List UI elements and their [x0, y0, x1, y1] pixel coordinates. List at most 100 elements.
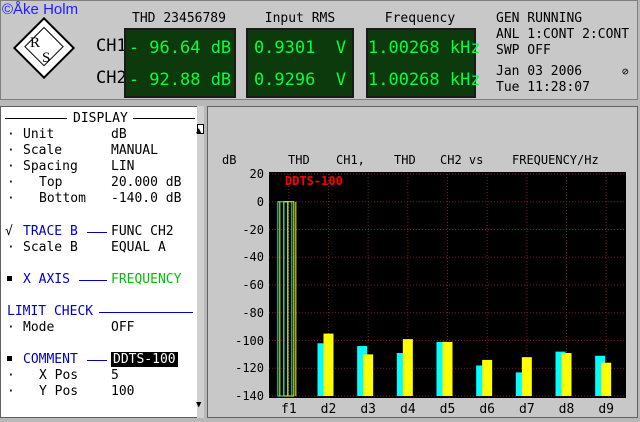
x-tick-label: f1	[281, 402, 297, 417]
x-tick-label: d4	[400, 402, 416, 417]
scale-b-value[interactable]: EQUAL A	[111, 240, 166, 255]
thd-readout: - 96.64 dB - 92.88 dB	[124, 28, 236, 98]
trace-b-label[interactable]: TRACE B	[23, 224, 78, 239]
x-tick-label: d7	[519, 402, 535, 417]
y-tick-label: -60	[242, 278, 264, 292]
y-tick-label: -120	[235, 361, 264, 376]
bottom-label: Bottom	[39, 191, 86, 206]
bar-series-2-d8	[561, 352, 572, 396]
date-text: Jan 03 2006	[496, 64, 583, 79]
section-marker-icon	[7, 356, 12, 361]
ch2-freq-value: 1.00268 kHz	[368, 70, 481, 90]
limit-check-label[interactable]: LIMIT CHECK	[7, 304, 93, 319]
logo-letter-s: S	[42, 50, 51, 66]
logo-letter-r: R	[30, 35, 41, 51]
comment-value[interactable]: DDTS-100	[111, 352, 178, 367]
bullet: ·	[7, 384, 15, 399]
scale-value[interactable]: MANUAL	[111, 143, 158, 158]
ch1-label: CH1	[96, 36, 127, 56]
time-text: Tue 11:28:07	[496, 80, 590, 95]
trace-b-connector	[87, 232, 107, 233]
x-axis-connector	[79, 280, 107, 281]
comment-connector	[87, 360, 107, 361]
bar-series-2-d4	[402, 339, 413, 396]
header-ch1: CH1,	[336, 153, 365, 167]
mode-value[interactable]: OFF	[111, 320, 134, 335]
x-tick-label: d6	[479, 402, 495, 417]
scroll-down-icon[interactable]: ▼	[196, 400, 201, 410]
copyright-text: ©Åke Holm	[2, 1, 79, 18]
bullet: ·	[7, 191, 15, 206]
y-tick-label: -100	[235, 333, 264, 348]
xpos-value[interactable]: 5	[111, 368, 119, 383]
ch1-thd-value: - 96.64 dB	[128, 38, 232, 58]
title-divider-right	[133, 118, 195, 119]
ch2-thd-value: - 92.88 dB	[128, 70, 232, 90]
panel-scrollbar[interactable]: ▲ ▼	[196, 106, 204, 418]
panel-title: DISPLAY	[73, 111, 128, 126]
y-tick-label: 0	[256, 194, 264, 209]
bullet: ·	[7, 320, 15, 335]
bullet: ·	[7, 368, 15, 383]
thd-column-title: THD 23456789	[132, 11, 226, 26]
y-tick-label: -80	[242, 305, 264, 320]
mode-label: Mode	[23, 320, 55, 335]
ypos-label: Y Pos	[39, 384, 79, 399]
x-axis-value[interactable]: FREQUENCY	[111, 272, 181, 287]
x-tick-label: d9	[598, 402, 614, 417]
bar-series-2-d7	[521, 357, 532, 396]
plot-svg	[269, 173, 626, 397]
y-tick-label: -140	[235, 389, 264, 403]
swp-status: SWP OFF	[496, 43, 551, 58]
ypos-value[interactable]: 100	[111, 384, 134, 399]
checkmark-icon: √	[5, 224, 13, 239]
clock-icon: ⊘	[622, 65, 629, 78]
bullet: ·	[7, 175, 15, 190]
freq-readout: 1.00268 kHz 1.00268 kHz	[366, 28, 481, 98]
bullet: ·	[7, 127, 15, 142]
unit-value[interactable]: dB	[111, 127, 127, 142]
plot-area: DDTS-100	[269, 172, 626, 398]
ch2-rms-value: 0.9296 V	[253, 70, 347, 90]
x-tick-label: d8	[558, 402, 575, 417]
spacing-label: Spacing	[23, 159, 78, 174]
header-ch2-vs: CH2 vs	[440, 153, 484, 167]
header-thd-1: THD	[288, 153, 310, 167]
trace-b-value[interactable]: FUNC CH2	[111, 224, 174, 239]
header-frequency: FREQUENCY/Hz	[512, 153, 599, 167]
x-axis-label[interactable]: X AXIS	[23, 272, 70, 287]
x-tick-label: d2	[320, 402, 337, 417]
ch1-rms-value: 0.9301 V	[253, 38, 347, 58]
scroll-up-icon[interactable]: ▲	[196, 126, 201, 136]
y-unit-label: dB	[222, 153, 237, 167]
bar-series-2-d6	[482, 359, 493, 396]
comment-label[interactable]: COMMENT	[23, 352, 78, 367]
y-tick-label: -40	[242, 250, 264, 265]
comment-annotation: DDTS-100	[285, 174, 343, 188]
scale-b-label: Scale B	[23, 240, 78, 255]
x-tick-label: d3	[360, 402, 376, 417]
unit-label: Unit	[23, 127, 55, 142]
bar-series-2-d2	[323, 333, 334, 396]
rms-column-title: Input RMS	[264, 11, 336, 26]
bottom-value[interactable]: -140.0 dB	[111, 191, 181, 206]
bullet: ·	[7, 240, 15, 255]
freq-column-title: Frequency	[384, 11, 456, 26]
bullet: ·	[7, 159, 15, 174]
y-tick-label: -20	[242, 222, 264, 237]
y-tick-label: 20	[249, 167, 264, 181]
xpos-label: X Pos	[39, 368, 79, 383]
bar-series-2-d9	[601, 362, 612, 396]
settings-panel: DISPLAY · Unit dB · Scale MANUAL · Spaci…	[0, 106, 204, 418]
bar-series-2-d5	[442, 341, 453, 396]
ch2-label: CH2	[96, 68, 127, 88]
top-value[interactable]: 20.000 dB	[111, 175, 181, 190]
section-marker-icon	[7, 276, 12, 281]
header-thd-2: THD	[394, 153, 416, 167]
top-label: Top	[39, 175, 63, 190]
bar-series-2-d3	[363, 354, 374, 396]
ch1-freq-value: 1.00268 kHz	[368, 38, 481, 58]
x-tick-label: d5	[439, 402, 456, 417]
spacing-value[interactable]: LIN	[111, 159, 134, 174]
title-divider-left	[5, 118, 67, 119]
